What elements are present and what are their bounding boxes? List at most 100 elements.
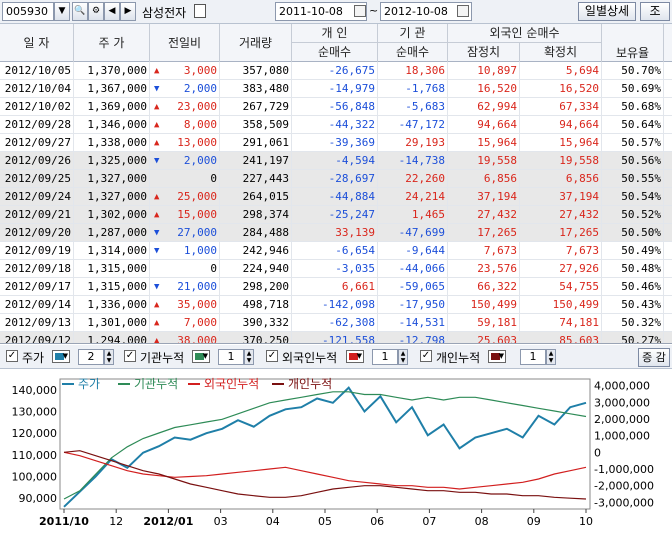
col-holding-ratio[interactable]: 보유율 xyxy=(602,24,664,62)
table-cell: -28,697 xyxy=(292,170,378,188)
table-row[interactable]: 2012/09/27 1,338,000 13,000 ▲ 291,061 -39,369… xyxy=(0,134,672,152)
table-cell: 50.46% xyxy=(602,278,664,296)
table-cell: 1,367,000 xyxy=(74,80,150,98)
table-cell: 1,325,000 xyxy=(74,152,150,170)
search-icon[interactable]: 🔍 xyxy=(72,2,88,21)
table-cell: -17,950 xyxy=(378,296,448,314)
table-row[interactable]: 2012/09/20 1,287,000 27,000 ▼ 284,488 33,139-… xyxy=(0,224,672,242)
col-date[interactable]: 일 자 xyxy=(0,24,74,62)
table-cell: 15,964 xyxy=(520,134,602,152)
indiv-width-spinner[interactable]: ▲ ▼ xyxy=(546,349,556,365)
y-right-tick: -3,000,000 xyxy=(594,496,654,509)
table-cell: 0 xyxy=(150,260,220,278)
inst-width-spinner[interactable]: ▲ ▼ xyxy=(244,349,254,365)
table-row[interactable]: 2012/10/02 1,369,000 23,000 ▲ 267,729 -56,848… xyxy=(0,98,672,116)
col-change[interactable]: 전일비 xyxy=(150,24,220,62)
y-left-tick: 140,000 xyxy=(12,384,58,397)
table-row[interactable]: 2012/09/14 1,336,000 35,000 ▲ 498,718 -142,09… xyxy=(0,296,672,314)
table-row[interactable]: 2012/09/21 1,302,000 15,000 ▲ 298,374 -25,247… xyxy=(0,206,672,224)
code-dropdown-button[interactable]: ▼ xyxy=(54,2,70,21)
table-cell: 17,265 xyxy=(520,224,602,242)
table-cell: 50.56% xyxy=(602,152,664,170)
price-width-input[interactable]: 2 xyxy=(78,349,104,365)
grid-header: 일 자 주 가 전일비 거래량 개 인 순매수 기 관 순매수 외국인 순매수 … xyxy=(0,24,672,62)
col-price[interactable]: 주 가 xyxy=(74,24,150,62)
table-cell: 50.69% xyxy=(602,80,664,98)
price-checkbox[interactable]: ✓ xyxy=(6,350,18,362)
y-left-tick: 110,000 xyxy=(12,449,58,462)
table-cell: 3,000 ▲ xyxy=(150,62,220,80)
stock-code-input[interactable]: 005930 xyxy=(2,2,54,21)
table-cell: 33,139 xyxy=(292,224,378,242)
table-row[interactable]: 2012/09/17 1,315,000 21,000 ▼ 298,200 6,661 -5… xyxy=(0,278,672,296)
table-cell: 242,946 xyxy=(220,242,292,260)
table-cell: 1,369,000 xyxy=(74,98,150,116)
inst-checkbox[interactable]: ✓ xyxy=(124,350,136,362)
table-cell: 224,940 xyxy=(220,260,292,278)
table-cell: 38,000 ▲ xyxy=(150,332,220,343)
table-cell: -9,644 xyxy=(378,242,448,260)
table-row[interactable]: 2012/10/04 1,367,000 2,000 ▼ 383,480 -14,979-… xyxy=(0,80,672,98)
change-toggle-button[interactable]: 증 감 xyxy=(638,348,670,367)
inst-color-picker[interactable]: ▼ xyxy=(192,350,210,363)
calendar-icon[interactable] xyxy=(354,5,366,17)
y-right-tick: -2,000,000 xyxy=(594,480,654,493)
calendar-icon[interactable] xyxy=(457,5,469,17)
next-stock-button[interactable]: ▶ xyxy=(120,2,136,21)
col-institution[interactable]: 순매수 xyxy=(378,43,448,62)
table-row[interactable]: 2012/09/12 1,294,000 38,000 ▲ 370,250 -121,55… xyxy=(0,332,672,343)
table-cell: 264,015 xyxy=(220,188,292,206)
table-cell: -26,675 xyxy=(292,62,378,80)
table-row[interactable]: 2012/09/13 1,301,000 7,000 ▲ 390,332 -62,308-… xyxy=(0,314,672,332)
legend-item: 개인누적 xyxy=(288,377,332,391)
memo-icon[interactable] xyxy=(194,4,206,18)
x-tick-label: 04 xyxy=(266,515,280,528)
col-volume[interactable]: 거래량 xyxy=(220,24,292,62)
table-cell: 1,327,000 xyxy=(74,188,150,206)
table-cell: 94,664 xyxy=(448,116,520,134)
price-color-picker[interactable]: ▼ xyxy=(52,350,70,363)
indiv-width-input[interactable]: 1 xyxy=(520,349,546,365)
table-cell: 27,432 xyxy=(448,206,520,224)
table-row[interactable]: 2012/09/26 1,325,000 2,000 ▼ 241,197 -4,594 -1… xyxy=(0,152,672,170)
inst-width-input[interactable]: 1 xyxy=(218,349,244,365)
foreign-checkbox[interactable]: ✓ xyxy=(266,350,278,362)
table-cell: 13,000 ▲ xyxy=(150,134,220,152)
up-arrow-icon: ▲ xyxy=(154,300,160,310)
up-arrow-icon: ▲ xyxy=(154,210,160,220)
x-tick-label: 2011/10 xyxy=(39,515,89,528)
table-cell: -6,654 xyxy=(292,242,378,260)
cumulative-chart: 주가 기관누적 외국인누적 개인누적 140,000 130,000 120,000 110,… xyxy=(12,377,654,528)
up-arrow-icon: ▲ xyxy=(154,192,160,202)
price-width-spinner[interactable]: ▲ ▼ xyxy=(104,349,114,365)
x-tick-label: 06 xyxy=(370,515,384,528)
table-cell: 370,250 xyxy=(220,332,292,343)
table-cell: 2012/10/04 xyxy=(0,80,74,98)
table-row[interactable]: 2012/10/05 1,370,000 3,000 ▲ 357,080 -26,675 1… xyxy=(0,62,672,80)
col-individual[interactable]: 순매수 xyxy=(292,43,378,62)
prev-stock-button[interactable]: ◀ xyxy=(104,2,120,21)
foreign-color-picker[interactable]: ▼ xyxy=(346,350,364,363)
daily-detail-button[interactable]: 일별상세 xyxy=(578,2,636,21)
indiv-checkbox[interactable]: ✓ xyxy=(420,350,432,362)
table-row[interactable]: 2012/09/19 1,314,000 1,000 ▼ 242,946 -6,654 -9… xyxy=(0,242,672,260)
gear-icon[interactable]: ⚙ xyxy=(88,2,104,21)
query-button[interactable]: 조 xyxy=(640,2,670,21)
table-cell: 94,664 xyxy=(520,116,602,134)
foreign-width-spinner[interactable]: ▲ ▼ xyxy=(398,349,408,365)
table-row[interactable]: 2012/09/25 1,327,000 0 227,443 -28,697 22,260… xyxy=(0,170,672,188)
y-left-tick: 90,000 xyxy=(19,492,58,505)
table-cell: 15,000 ▲ xyxy=(150,206,220,224)
table-row[interactable]: 2012/09/24 1,327,000 25,000 ▲ 264,015 -44,884… xyxy=(0,188,672,206)
down-arrow-icon: ▼ xyxy=(154,246,160,256)
table-cell: 19,558 xyxy=(520,152,602,170)
up-arrow-icon: ▲ xyxy=(154,102,160,112)
table-cell: 37,194 xyxy=(448,188,520,206)
col-foreign-confirmed[interactable]: 확정치 xyxy=(520,43,602,62)
foreign-width-input[interactable]: 1 xyxy=(372,349,398,365)
table-row[interactable]: 2012/09/28 1,346,000 8,000 ▲ 358,509 -44,322-… xyxy=(0,116,672,134)
table-row[interactable]: 2012/09/18 1,315,000 0 224,940 -3,035 -44,066… xyxy=(0,260,672,278)
col-foreign-provisional[interactable]: 잠정치 xyxy=(448,43,520,62)
x-tick-label: 07 xyxy=(422,515,436,528)
indiv-color-picker[interactable]: ▼ xyxy=(488,350,506,363)
